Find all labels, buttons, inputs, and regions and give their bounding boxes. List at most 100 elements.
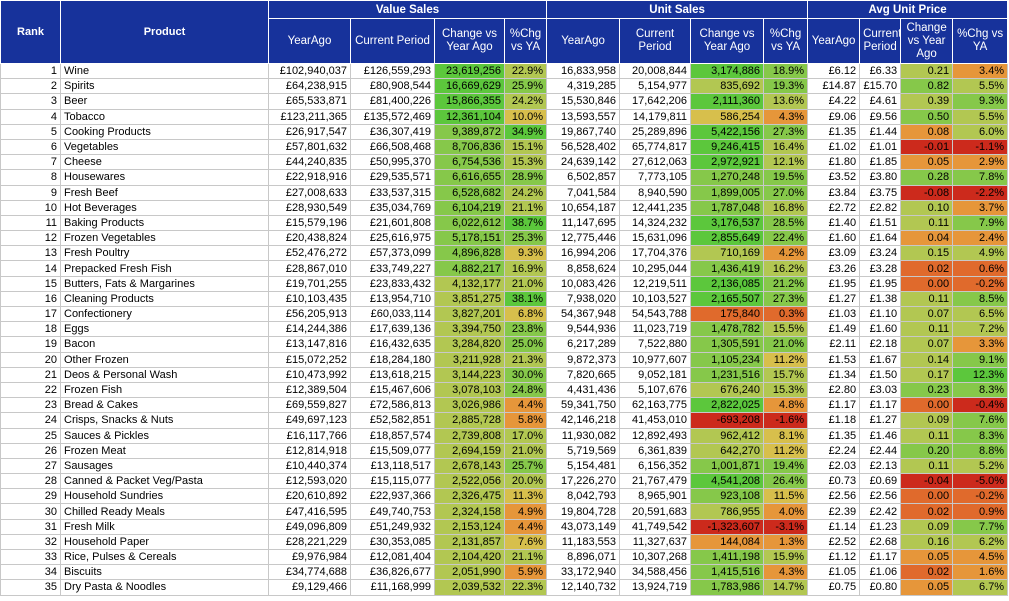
unit-yearago-cell: 7,820,665 (546, 366, 621, 383)
rank-cell: 8 (0, 169, 61, 186)
value-yearago-cell: £10,103,435 (268, 290, 351, 308)
value-change-cell: 3,827,201 (434, 305, 505, 323)
value-change-cell: 2,678,143 (434, 457, 505, 475)
price-current-cell: £3.75 (859, 184, 902, 201)
value-yearago-cell: £123,211,365 (268, 108, 351, 125)
unit-yearago-cell: 4,431,436 (546, 381, 621, 399)
value-current-cell: £33,749,227 (350, 260, 435, 277)
unit-pct-cell: 27.3% (763, 123, 809, 140)
rank-cell: 12 (0, 230, 61, 247)
table-row: 2 Spirits £64,238,915 £80,908,544 16,669,629… (0, 78, 1009, 95)
unit-pct-cell: 27.0% (763, 184, 809, 201)
unit-change-cell: 2,136,085 (690, 275, 765, 292)
unit-yearago-cell: 11,930,082 (546, 427, 621, 444)
unit-current-cell: 5,154,977 (619, 78, 692, 95)
table-row: 34 Biscuits £34,774,688 £36,826,677 2,051,99… (0, 564, 1009, 581)
price-change-cell: 0.05 (900, 579, 954, 596)
unit-yearago-cell: 8,858,624 (546, 260, 621, 277)
table-row: 30 Chilled Ready Meals £47,416,595 £49,740,… (0, 503, 1009, 520)
table-row: 11 Baking Products £15,579,196 £21,601,808 6… (0, 214, 1009, 232)
unit-current-cell: 10,103,527 (619, 290, 692, 308)
rank-cell: 29 (0, 488, 61, 505)
value-yearago-cell: £47,416,595 (268, 503, 351, 520)
unit-current-cell: 20,008,844 (619, 62, 692, 80)
value-pct-cell: 38.7% (503, 214, 548, 232)
unit-yearago-cell: 17,226,270 (546, 473, 621, 490)
product-cell: Baking Products (60, 214, 269, 232)
table-row: 27 Sausages £10,440,374 £13,118,517 2,678,14… (0, 457, 1009, 475)
unit-current-cell: 9,052,181 (619, 366, 692, 383)
price-yearago-cell: £3.09 (807, 245, 861, 262)
value-yearago-cell: £102,940,037 (268, 62, 351, 80)
unit-current-cell: 8,965,901 (619, 488, 692, 505)
price-change-cell: 0.50 (900, 108, 954, 125)
unit-pct-cell: 28.5% (763, 214, 809, 232)
unit-pct-cell: 18.9% (763, 62, 809, 80)
product-cell: Sauces & Pickles (60, 427, 269, 444)
price-change-cell: 0.11 (900, 321, 954, 338)
unit-change-cell: 144,084 (690, 533, 765, 551)
price-change-cell: 0.17 (900, 366, 954, 383)
value-current-cell: £30,353,085 (350, 533, 435, 551)
price-yearago-cell: £1.49 (807, 321, 861, 338)
value-current-cell: £15,115,077 (350, 473, 435, 490)
price-change-cell: 0.11 (900, 427, 954, 444)
unit-pct-cell: 11.2% (763, 351, 809, 368)
product-cell: Eggs (60, 321, 269, 338)
unit-change-cell: -1,323,607 (690, 518, 765, 535)
price-change-cell: 0.16 (900, 533, 954, 551)
value-change-cell: 15,866,355 (434, 93, 505, 110)
price-current-cell: £2.82 (859, 199, 902, 216)
product-header: Product (60, 0, 269, 64)
price-current-cell: £1.85 (859, 154, 902, 171)
value-pct-cell: 21.0% (503, 442, 548, 459)
table-row: 18 Eggs £14,244,386 £17,639,136 3,394,750 23.… (0, 321, 1009, 338)
value-change-cell: 6,616,655 (434, 169, 505, 186)
table-row: 22 Frozen Fish £12,389,504 £15,467,606 3,078… (0, 381, 1009, 399)
unit-change-cell: 1,001,871 (690, 457, 765, 475)
price-yearago-cell: £3.26 (807, 260, 861, 277)
price-current-cell: £2.44 (859, 442, 902, 459)
unit-change-cell: 3,174,886 (690, 62, 765, 80)
price-current-cell: £3.03 (859, 381, 902, 399)
value-pct-cell: 22.9% (503, 62, 548, 80)
unit-change-cell: 710,169 (690, 245, 765, 262)
unit-change-cell: 586,254 (690, 108, 765, 125)
unit-yearago-cell: 16,994,206 (546, 245, 621, 262)
rank-cell: 7 (0, 154, 61, 171)
unit-current-cell: 13,924,719 (619, 579, 692, 596)
value-change-cell: 8,706,836 (434, 138, 505, 156)
unit-pct-cell: 0.3% (763, 305, 809, 323)
value-change-cell: 2,522,056 (434, 473, 505, 490)
table-row: 13 Fresh Poultry £52,476,272 £57,373,099 4,8… (0, 245, 1009, 262)
value-yearago-cell: £14,244,386 (268, 321, 351, 338)
unit-current-cell: 17,704,376 (619, 245, 692, 262)
unit-yearago-cell: 7,938,020 (546, 290, 621, 308)
unit-current-cell: 10,977,607 (619, 351, 692, 368)
price-yearago-cell: £6.12 (807, 62, 861, 80)
table-row: 29 Household Sundries £20,610,892 £22,937,3… (0, 488, 1009, 505)
price-yearago-cell: £4.22 (807, 93, 861, 110)
unit-yearago-cell: 8,896,071 (546, 548, 621, 566)
unit-pct-cell: 4.3% (763, 564, 809, 581)
price-yearago-cell: £2.11 (807, 336, 861, 353)
price-pct-cell: 8.3% (952, 427, 1009, 444)
price-change-cell: 0.28 (900, 169, 954, 186)
price-yearago-cell: £3.84 (807, 184, 861, 201)
price-yearago-cell: £2.39 (807, 503, 861, 520)
price-yearago-cell: £1.60 (807, 230, 861, 247)
table-row: 28 Canned & Packet Veg/Pasta £12,593,020 £1… (0, 473, 1009, 490)
price-yearago-cell: £2.56 (807, 488, 861, 505)
unit-current-cell: 21,767,479 (619, 473, 692, 490)
value-yearago-cell: £22,918,916 (268, 169, 351, 186)
unit-pct-cell: 16.8% (763, 199, 809, 216)
value-pct-cell: 30.0% (503, 366, 548, 383)
price-yearago-cell: £1.17 (807, 397, 861, 414)
unit-yearago-cell: 5,154,481 (546, 457, 621, 475)
value-current-cell: £126,559,293 (350, 62, 435, 80)
price-current-cell: £2.68 (859, 533, 902, 551)
value-current-cell: £33,537,315 (350, 184, 435, 201)
table-row: 4 Tobacco £123,211,365 £135,572,469 12,361,1… (0, 108, 1009, 125)
value-pct-cell: 4.4% (503, 397, 548, 414)
table-row: 21 Deos & Personal Wash £10,473,992 £13,618… (0, 366, 1009, 383)
